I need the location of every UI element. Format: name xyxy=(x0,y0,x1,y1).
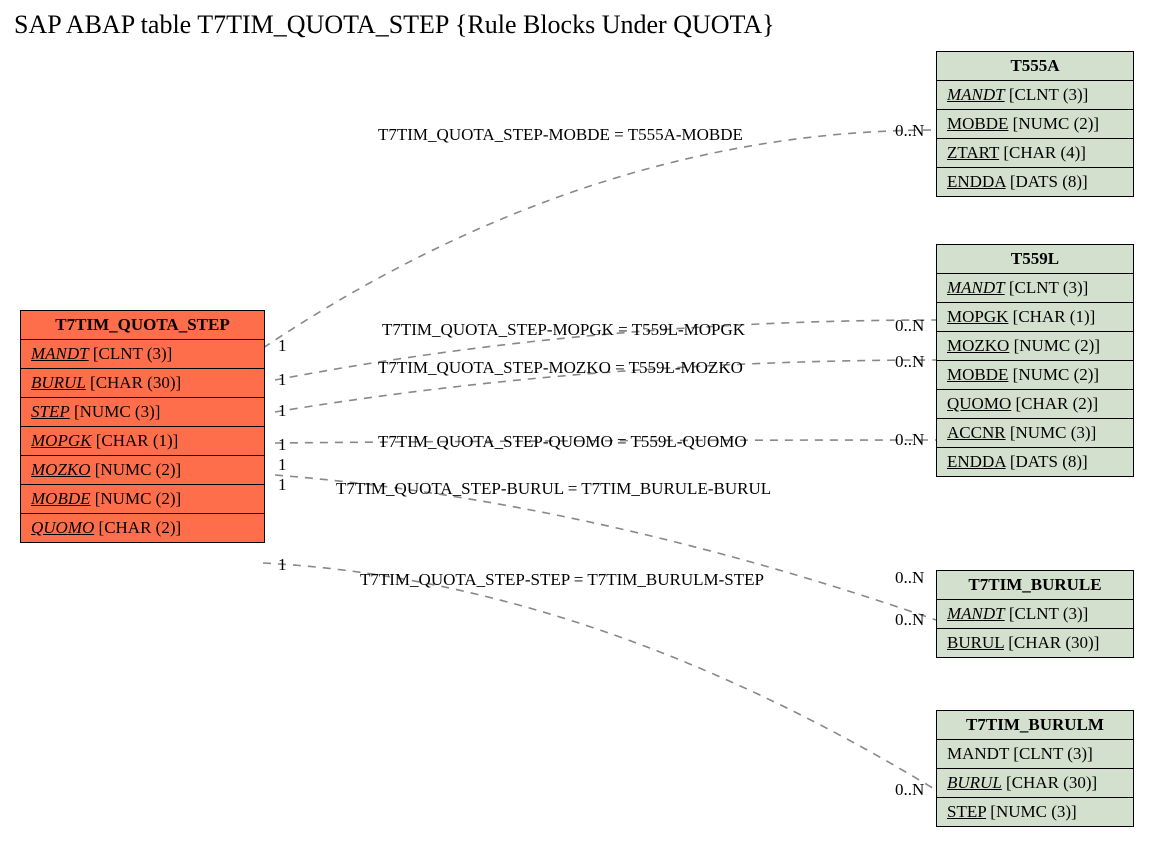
table-row: MOBDE [NUMC (2)] xyxy=(937,110,1133,139)
table-row: STEP [NUMC (3)] xyxy=(21,398,264,427)
table-row: MOZKO [NUMC (2)] xyxy=(21,456,264,485)
relationship-label: T7TIM_QUOTA_STEP-STEP = T7TIM_BURULM-STE… xyxy=(360,570,764,590)
entity-t7tim-quota-step: T7TIM_QUOTA_STEP MANDT [CLNT (3)] BURUL … xyxy=(20,310,265,543)
table-row: MANDT [CLNT (3)] xyxy=(937,600,1133,629)
relationship-label: T7TIM_QUOTA_STEP-MOPGK = T559L-MOPGK xyxy=(382,320,745,340)
cardinality-one: 1 xyxy=(278,336,287,356)
cardinality-one: 1 xyxy=(278,475,287,495)
diagram-title: SAP ABAP table T7TIM_QUOTA_STEP {Rule Bl… xyxy=(14,10,775,40)
cardinality-one: 1 xyxy=(278,435,287,455)
table-row: ENDDA [DATS (8)] xyxy=(937,168,1133,196)
table-row: MOBDE [NUMC (2)] xyxy=(937,361,1133,390)
cardinality-many: 0..N xyxy=(895,352,924,372)
relationship-label: T7TIM_QUOTA_STEP-QUOMO = T559L-QUOMO xyxy=(378,432,747,452)
entity-t555a: T555A MANDT [CLNT (3)] MOBDE [NUMC (2)] … xyxy=(936,51,1134,197)
table-row: MANDT [CLNT (3)] xyxy=(937,81,1133,110)
cardinality-one: 1 xyxy=(278,555,287,575)
table-row: ENDDA [DATS (8)] xyxy=(937,448,1133,476)
cardinality-one: 1 xyxy=(278,401,287,421)
relationship-label: T7TIM_QUOTA_STEP-MOBDE = T555A-MOBDE xyxy=(378,125,743,145)
table-row: QUOMO [CHAR (2)] xyxy=(937,390,1133,419)
table-row: ACCNR [NUMC (3)] xyxy=(937,419,1133,448)
table-row: MANDT [CLNT (3)] xyxy=(937,274,1133,303)
cardinality-many: 0..N xyxy=(895,316,924,336)
entity-t559l: T559L MANDT [CLNT (3)] MOPGK [CHAR (1)] … xyxy=(936,244,1134,477)
cardinality-one: 1 xyxy=(278,455,287,475)
table-row: STEP [NUMC (3)] xyxy=(937,798,1133,826)
cardinality-one: 1 xyxy=(278,370,287,390)
table-row: MOBDE [NUMC (2)] xyxy=(21,485,264,514)
table-row: BURUL [CHAR (30)] xyxy=(937,629,1133,657)
entity-header: T559L xyxy=(937,245,1133,274)
cardinality-many: 0..N xyxy=(895,610,924,630)
table-row: MOPGK [CHAR (1)] xyxy=(937,303,1133,332)
table-row: MOPGK [CHAR (1)] xyxy=(21,427,264,456)
entity-t7tim-burule: T7TIM_BURULE MANDT [CLNT (3)] BURUL [CHA… xyxy=(936,570,1134,658)
entity-header: T555A xyxy=(937,52,1133,81)
relationship-label: T7TIM_QUOTA_STEP-MOZKO = T559L-MOZKO xyxy=(378,358,743,378)
entity-header: T7TIM_BURULM xyxy=(937,711,1133,740)
table-row: QUOMO [CHAR (2)] xyxy=(21,514,264,542)
table-row: BURUL [CHAR (30)] xyxy=(21,369,264,398)
entity-t7tim-burulm: T7TIM_BURULM MANDT [CLNT (3)] BURUL [CHA… xyxy=(936,710,1134,827)
table-row: MANDT [CLNT (3)] xyxy=(21,340,264,369)
cardinality-many: 0..N xyxy=(895,568,924,588)
table-row: MANDT [CLNT (3)] xyxy=(937,740,1133,769)
table-row: BURUL [CHAR (30)] xyxy=(937,769,1133,798)
cardinality-many: 0..N xyxy=(895,430,924,450)
entity-header: T7TIM_BURULE xyxy=(937,571,1133,600)
relationship-label: T7TIM_QUOTA_STEP-BURUL = T7TIM_BURULE-BU… xyxy=(336,479,771,499)
cardinality-many: 0..N xyxy=(895,121,924,141)
table-row: MOZKO [NUMC (2)] xyxy=(937,332,1133,361)
cardinality-many: 0..N xyxy=(895,780,924,800)
table-row: ZTART [CHAR (4)] xyxy=(937,139,1133,168)
entity-header: T7TIM_QUOTA_STEP xyxy=(21,311,264,340)
